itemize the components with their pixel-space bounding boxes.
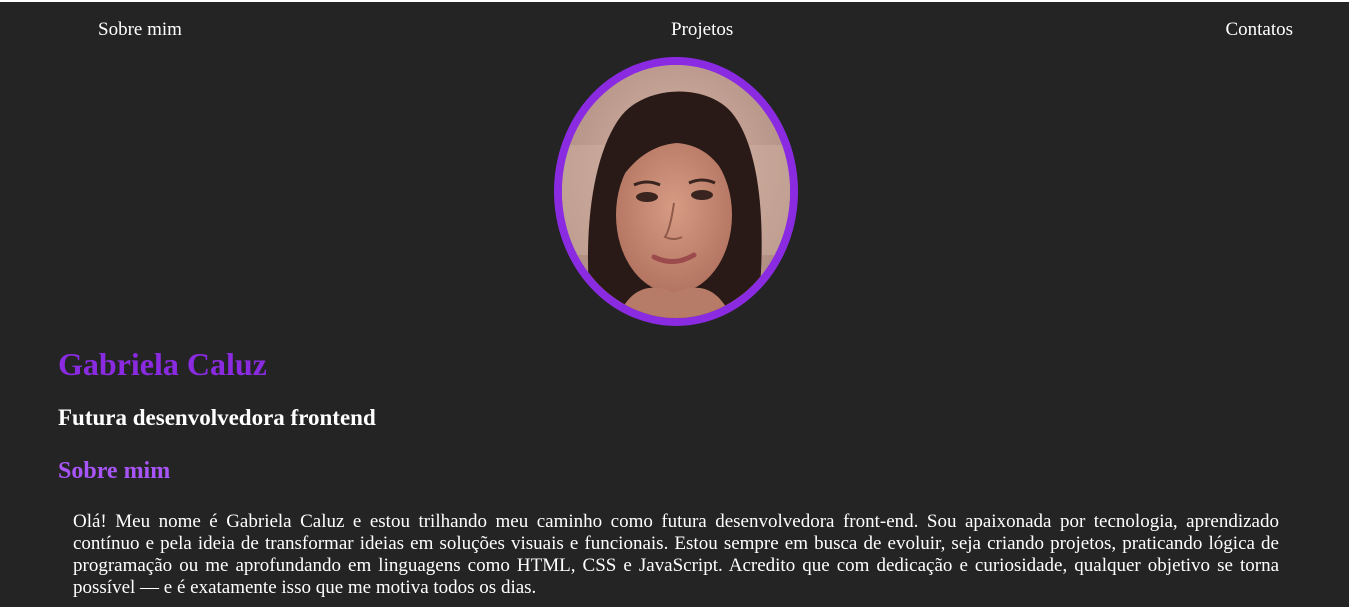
profile-subtitle: Futura desenvolvedora frontend — [58, 405, 376, 430]
nav-link-contacts[interactable]: Contatos — [1225, 19, 1293, 41]
nav-link-projects[interactable]: Projetos — [671, 19, 733, 41]
profile-photo-icon — [562, 65, 790, 318]
about-heading: Sobre mim — [58, 458, 171, 484]
profile-name: Gabriela Caluz — [58, 346, 267, 382]
about-paragraph: Olá! Meu nome é Gabriela Caluz e estou t… — [73, 511, 1279, 598]
portfolio-page: Sobre mim Projetos Contatos Gabriela Cal… — [0, 2, 1349, 607]
top-navigation: Sobre mim Projetos Contatos — [0, 2, 1349, 58]
profile-avatar — [554, 57, 798, 326]
nav-link-about[interactable]: Sobre mim — [98, 19, 182, 41]
